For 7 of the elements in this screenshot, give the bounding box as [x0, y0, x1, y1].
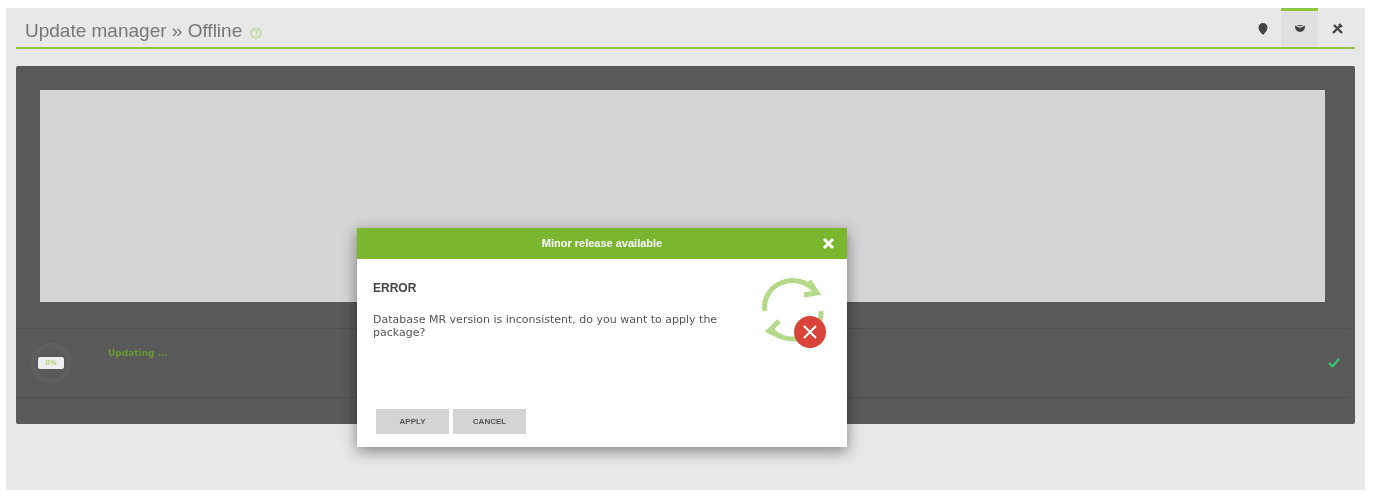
status-text: Updating ...: [108, 347, 168, 360]
dialog-title: Minor release available: [541, 236, 663, 252]
dialog-button[interactable]: APPLY: [376, 409, 449, 434]
dialog-button[interactable]: CANCEL: [453, 409, 526, 434]
page-title: Update manager » Offline: [24, 18, 243, 43]
error-heading: ERROR: [373, 280, 418, 297]
error-message: Database MR version is inconsistent, do you want to apply the package?: [373, 313, 719, 339]
